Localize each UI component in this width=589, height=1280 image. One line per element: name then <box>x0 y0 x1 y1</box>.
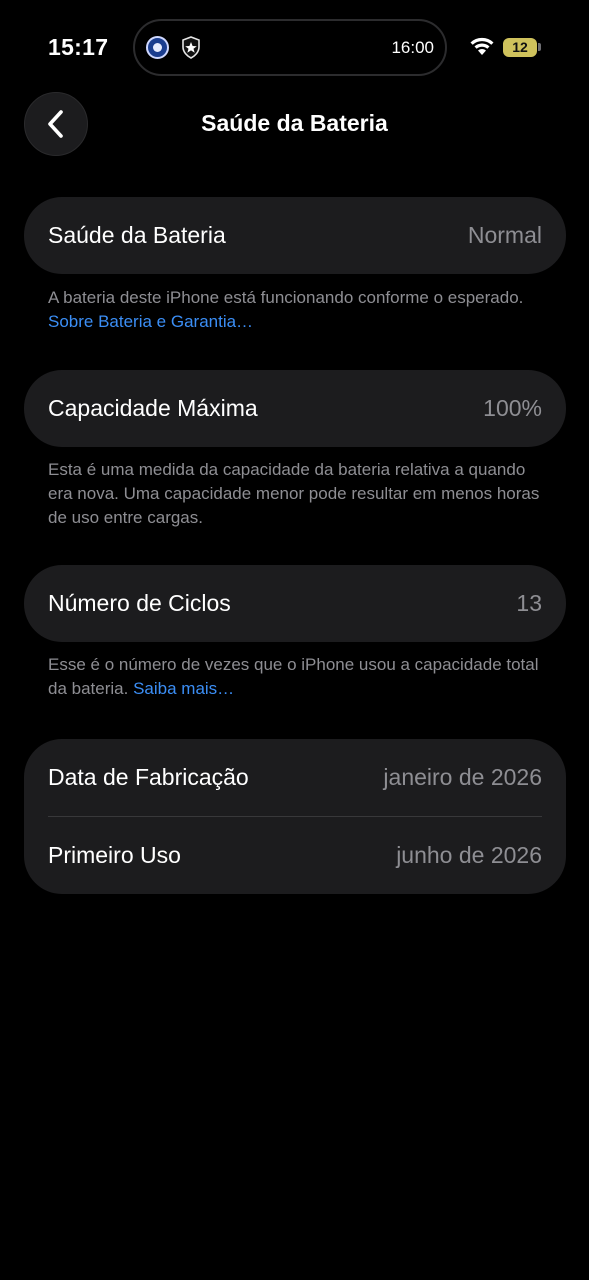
wifi-icon <box>470 37 494 55</box>
max-capacity-group: Capacidade Máxima 100% <box>24 370 566 447</box>
cycle-count-group: Número de Ciclos 13 <box>24 565 566 642</box>
cycle-count-value: 13 <box>516 590 542 616</box>
max-capacity-value: 100% <box>483 395 542 421</box>
battery-health-value: Normal <box>467 222 542 248</box>
shield-star-icon <box>182 36 200 59</box>
island-time: 16:00 <box>391 38 434 57</box>
team-crest-icon <box>146 36 169 59</box>
battery-health-row: Saúde da Bateria Normal <box>24 197 566 274</box>
battery-health-footnote: A bateria deste iPhone está funcionando … <box>48 286 548 334</box>
page-title: Saúde da Bateria <box>201 110 388 136</box>
first-use-value: junho de 2026 <box>396 842 542 868</box>
max-capacity-footnote: Esta é uma medida da capacidade da bater… <box>48 460 540 527</box>
cycle-count-row: Número de Ciclos 13 <box>24 565 566 642</box>
manufacture-date-value: janeiro de 2026 <box>383 764 542 790</box>
manufacture-date-row: Data de Fabricação janeiro de 2026 <box>24 739 566 816</box>
manufacture-date-label: Data de Fabricação <box>48 764 249 790</box>
status-time: 15:17 <box>48 34 109 60</box>
battery-health-footnote-text: A bateria deste iPhone está funcionando … <box>48 288 524 307</box>
status-bar: 15:17 16:00 12 <box>0 0 589 96</box>
learn-more-link[interactable]: Saiba mais… <box>133 679 234 698</box>
warranty-link[interactable]: Sobre Bateria e Garantia… <box>48 312 253 331</box>
battery-health-label: Saúde da Bateria <box>48 222 226 248</box>
max-capacity-row: Capacidade Máxima 100% <box>24 370 566 447</box>
cycle-count-footnote-text: Esse é o número de vezes que o iPhone us… <box>48 655 539 698</box>
battery-tip <box>538 43 541 51</box>
dynamic-island[interactable]: 16:00 <box>133 19 447 76</box>
dates-group: Data de Fabricação janeiro de 2026 Prime… <box>24 739 566 894</box>
first-use-label: Primeiro Uso <box>48 842 181 868</box>
first-use-row: Primeiro Uso junho de 2026 <box>24 817 566 894</box>
cycle-count-footnote: Esse é o número de vezes que o iPhone us… <box>48 653 548 701</box>
battery-health-group: Saúde da Bateria Normal <box>24 197 566 274</box>
battery-icon: 12 <box>503 38 537 57</box>
cycle-count-label: Número de Ciclos <box>48 590 231 616</box>
max-capacity-label: Capacidade Máxima <box>48 395 258 421</box>
